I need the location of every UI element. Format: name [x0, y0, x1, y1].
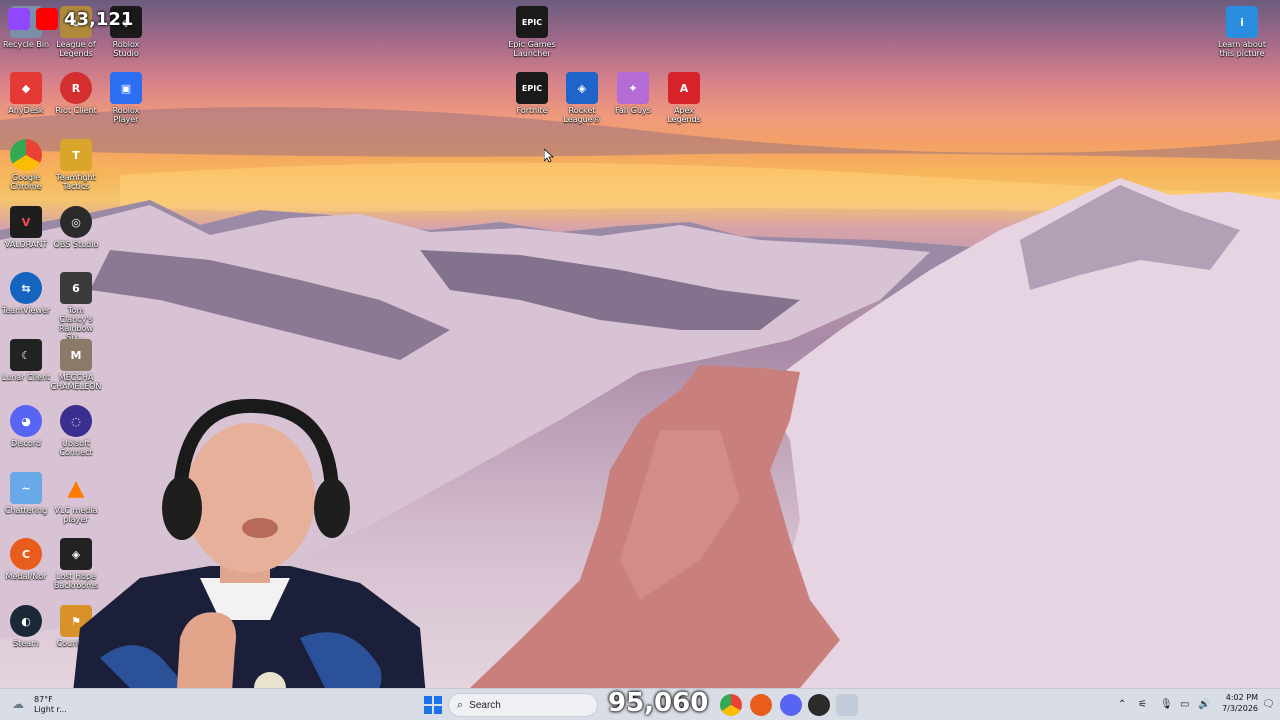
obs-studio-icon: ◎ — [60, 206, 92, 238]
desktop-icon-label: OBS Studio — [53, 240, 99, 249]
overlay-counter-top: 43,121 — [64, 9, 134, 30]
network-off-icon[interactable]: ⚟ — [1138, 699, 1147, 710]
desktop-icon-medal[interactable]: C Medal/Nor — [0, 538, 52, 581]
search-placeholder: Search — [469, 699, 501, 711]
desktop-icon-label: Apex Legends — [667, 106, 701, 124]
desktop-icon-label: AnyDesk — [8, 106, 44, 115]
desktop-icon-label: Fortnite — [516, 106, 548, 115]
desktop-icon-label: MECCHA CHAMELEON — [50, 373, 102, 391]
desktop-icon-label: Chattering — [4, 506, 48, 515]
desktop-icon-label: Lunar Client — [1, 373, 51, 382]
weather-temp: 87°F — [34, 695, 53, 704]
desktop-icon-label: Rocket League® — [563, 106, 601, 124]
taskbar-search[interactable]: ⌕ Search — [448, 693, 598, 717]
desktop-icon-label: Roblox Studio — [112, 40, 140, 58]
desktop-icon-label: Riot Client — [55, 106, 97, 115]
notification-icon[interactable]: 🗨 — [1262, 699, 1275, 710]
display-icon[interactable]: ▭ — [1180, 699, 1189, 710]
desktop-icon-label: VALORANT — [4, 240, 48, 249]
lunar-client-icon: ☾ — [10, 339, 42, 371]
desktop-icon-meccha-chameleon[interactable]: M MECCHA CHAMELEON — [50, 339, 102, 391]
desktop-icon-google-chrome[interactable]: Google Chrome — [0, 139, 52, 191]
desktop-icon-teamviewer[interactable]: ⇆ TeamViewer — [0, 272, 52, 315]
chrome-taskbar-icon[interactable] — [720, 694, 742, 716]
desktop-icon-teamfight-tactics[interactable]: T Teamfight Tactics — [50, 139, 102, 191]
desktop-icon-label: TeamViewer — [1, 306, 51, 315]
desktop-icon-label: League of Legends — [56, 40, 96, 58]
twitch-icon — [8, 8, 30, 30]
volume-icon[interactable]: 🔊 — [1198, 699, 1210, 710]
microphone-icon[interactable]: 🎙 — [1160, 699, 1173, 710]
desktop-icon-label: Fall Guys — [615, 106, 651, 115]
teamviewer-icon: ⇆ — [10, 272, 42, 304]
desktop-icon-label: Roblox Player — [112, 106, 140, 124]
app-taskbar-icon[interactable] — [750, 694, 772, 716]
desktop-icon-riot-client[interactable]: R Riot Client — [50, 72, 102, 115]
weather-widget[interactable]: ☁ 87°F Light r... — [12, 694, 72, 716]
webcam-overlay — [70, 398, 428, 720]
apex-legends-icon: A — [668, 72, 700, 104]
roblox-player-icon: ▣ — [110, 72, 142, 104]
teamfight-tactics-icon: T — [60, 139, 92, 171]
desktop-icon-fall-guys[interactable]: ✦ Fall Guys — [607, 72, 659, 115]
desktop-icon-lunar-client[interactable]: ☾ Lunar Client — [0, 339, 52, 382]
desktop-icon-obs-studio[interactable]: ◎ OBS Studio — [50, 206, 102, 249]
desktop-icon-steam[interactable]: ◐ Steam — [0, 605, 52, 648]
search-icon: ⌕ — [457, 698, 464, 711]
clock-date: 7/3/2026 — [1222, 704, 1258, 713]
desktop-icon-learn-about-picture[interactable]: i Learn about this picture — [1216, 6, 1268, 58]
desktop-icon-roblox-player[interactable]: ▣ Roblox Player — [100, 72, 152, 124]
desktop-icon-label: Epic Games Launcher — [508, 40, 556, 58]
weather-desc: Light r... — [34, 705, 67, 714]
chrome-icon — [10, 139, 42, 171]
mouse-cursor-icon — [544, 149, 554, 163]
medal-icon: C — [10, 538, 42, 570]
chevron-up-icon[interactable]: ⌃ — [1118, 699, 1126, 710]
epic-games-icon: EPIC — [516, 72, 548, 104]
desktop-icon-rocket-league[interactable]: ◈ Rocket League® — [556, 72, 608, 124]
desktop-icon-label: Learn about this picture — [1218, 40, 1266, 58]
info-icon: i — [1226, 6, 1258, 38]
desktop-icon-label: Discord — [10, 439, 42, 448]
discord-taskbar-icon[interactable] — [780, 694, 802, 716]
desktop-icon-label: Medal/Nor — [5, 572, 47, 581]
desktop-icon-discord[interactable]: ◕ Discord — [0, 405, 52, 448]
chattering-icon: ~ — [10, 472, 42, 504]
rocket-league-icon: ◈ — [566, 72, 598, 104]
desktop-icon-rainbow-six[interactable]: 6 Tom Clancy's Rainbow Six... — [50, 272, 102, 342]
epic-games-icon: EPIC — [516, 6, 548, 38]
head — [185, 423, 315, 573]
riot-client-icon: R — [60, 72, 92, 104]
desktop-icon-label: Steam — [13, 639, 39, 648]
desktop-icon-chattering[interactable]: ~ Chattering — [0, 472, 52, 515]
clock-time: 4:02 PM — [1225, 693, 1258, 702]
overlay-counter-bottom: 95,060 — [608, 688, 709, 718]
desktop-icon-label: Tom Clancy's Rainbow Six... — [58, 306, 94, 342]
discord-icon: ◕ — [10, 405, 42, 437]
youtube-icon — [36, 8, 58, 30]
fall-guys-icon: ✦ — [617, 72, 649, 104]
desktop-icon-anydesk[interactable]: ◆ AnyDesk — [0, 72, 52, 115]
desktop-icon-valorant[interactable]: V VALORANT — [0, 206, 52, 249]
desktop-icon-label: Recycle Bin — [2, 40, 50, 49]
desktop-icon-epic-games-launcher[interactable]: EPIC Epic Games Launcher — [506, 6, 558, 58]
desktop-icon-label: Google Chrome — [10, 173, 42, 191]
meccha-chameleon-icon: M — [60, 339, 92, 371]
clock[interactable]: 4:02 PM 7/3/2026 — [1218, 693, 1258, 713]
rainbow-six-icon: 6 — [60, 272, 92, 304]
anydesk-icon: ◆ — [10, 72, 42, 104]
steam-icon: ◐ — [10, 605, 42, 637]
windows-start-button[interactable] — [424, 696, 442, 714]
desktop-icon-label: Teamfight Tactics — [56, 173, 96, 191]
cloud-band — [0, 107, 1280, 160]
active-app-taskbar-icon[interactable] — [836, 694, 858, 716]
weather-icon: ☁ — [12, 697, 24, 711]
valorant-icon: V — [10, 206, 42, 238]
desktop-icon-apex-legends[interactable]: A Apex Legends — [658, 72, 710, 124]
desktop-icon-fortnite[interactable]: EPIC Fortnite — [506, 72, 558, 115]
obs-taskbar-icon[interactable] — [808, 694, 830, 716]
